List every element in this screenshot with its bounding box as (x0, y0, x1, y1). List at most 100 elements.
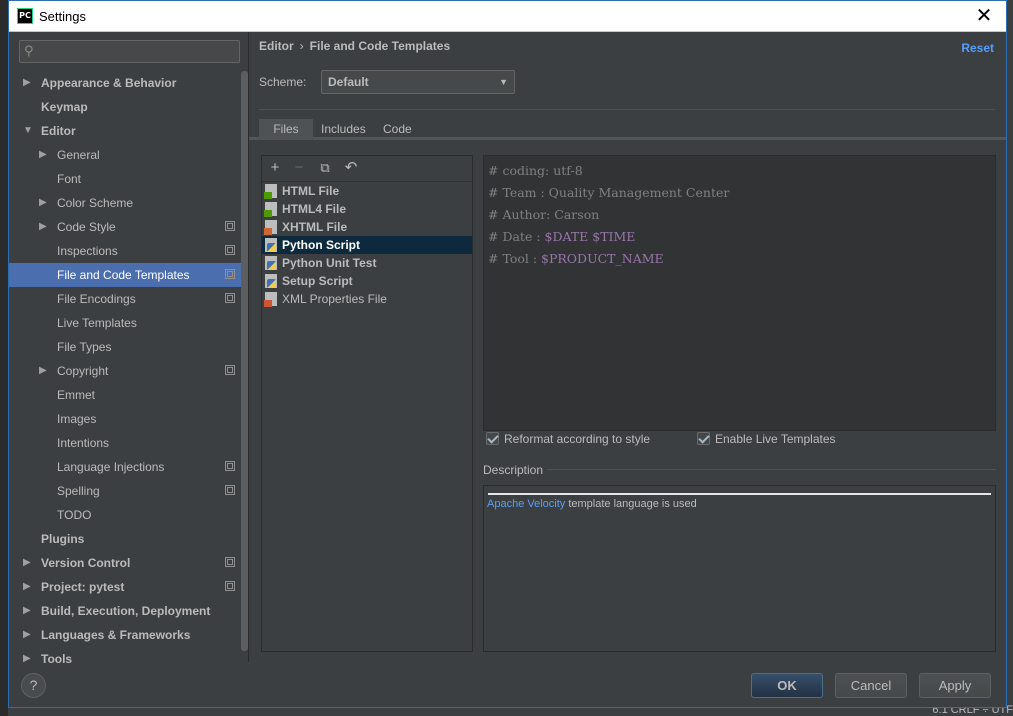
apply-button[interactable]: Apply (919, 673, 991, 698)
sidebar-item-copyright[interactable]: ▶ Copyright (9, 359, 241, 383)
pycharm-app-icon: PC (17, 8, 33, 24)
description-panel: Apache Velocity template language is use… (483, 485, 996, 652)
sidebar-item-version-control[interactable]: ▶ Version Control (9, 551, 241, 575)
sidebar-item-color-scheme[interactable]: ▶ Color Scheme (9, 191, 241, 215)
sidebar-item-language-injections[interactable]: Language Injections (9, 455, 241, 479)
settings-search-input[interactable]: ⚲ (19, 40, 240, 63)
sidebar-item-label: Plugins (41, 532, 85, 546)
breadcrumb: Editor › File and Code Templates (259, 39, 450, 53)
apache-velocity-link[interactable]: Apache Velocity (487, 498, 565, 510)
sidebar-item-tools[interactable]: ▶ Tools (9, 647, 241, 663)
sidebar-item-intentions[interactable]: Intentions (9, 431, 241, 455)
sidebar-item-label: Languages & Frameworks (41, 628, 191, 642)
template-variable: $DATE $TIME (544, 229, 636, 244)
sidebar-item-emmet[interactable]: Emmet (9, 383, 241, 407)
project-scope-icon (225, 581, 235, 591)
project-scope-icon (225, 557, 235, 567)
tab-files[interactable]: Files (259, 119, 313, 140)
code-line: # Author: Carson (484, 206, 995, 228)
background-editor-edge (0, 0, 8, 716)
sidebar-item-code-style[interactable]: ▶ Code Style (9, 215, 241, 239)
reformat-checkbox[interactable]: Reformat according to style (486, 431, 686, 447)
template-item-label: Setup Script (282, 274, 353, 288)
code-line: # Tool : $PRODUCT_NAME (484, 250, 995, 272)
template-item-label: HTML File (282, 184, 340, 198)
collapsed-arrow-icon[interactable]: ▶ (39, 359, 47, 383)
sidebar-item-project-pytest[interactable]: ▶ Project: pytest (9, 575, 241, 599)
collapsed-arrow-icon[interactable]: ▶ (39, 191, 47, 215)
code-comment: # Team : Quality Management Center (488, 185, 730, 200)
collapsed-arrow-icon[interactable]: ▶ (23, 647, 31, 663)
sidebar-item-keymap[interactable]: Keymap (9, 95, 241, 119)
collapsed-arrow-icon[interactable]: ▶ (23, 575, 31, 599)
template-editor[interactable]: # coding: utf-8 # Team : Quality Manageme… (483, 155, 996, 431)
python-test-file-icon (265, 256, 277, 270)
code-comment: # Author: Carson (488, 207, 600, 222)
sidebar-item-label: File Types (57, 340, 112, 354)
sidebar-item-general[interactable]: ▶ General (9, 143, 241, 167)
template-tabs: Files Includes Code (249, 119, 1006, 140)
code-line: # coding: utf-8 (484, 162, 995, 184)
cancel-button[interactable]: Cancel (835, 673, 907, 698)
project-scope-icon (225, 365, 235, 375)
sidebar-item-font[interactable]: Font (9, 167, 241, 191)
sidebar-item-file-and-code-templates[interactable]: File and Code Templates (9, 263, 241, 287)
sidebar-item-label: Appearance & Behavior (41, 76, 177, 90)
sidebar-item-languages-frameworks[interactable]: ▶ Languages & Frameworks (9, 623, 241, 647)
template-item-html-file[interactable]: HTML File (262, 182, 472, 200)
collapsed-arrow-icon[interactable]: ▶ (39, 215, 47, 239)
sidebar-item-file-types[interactable]: File Types (9, 335, 241, 359)
project-scope-icon (225, 485, 235, 495)
sidebar-item-appearance-behavior[interactable]: ▶ Appearance & Behavior (9, 71, 241, 95)
collapsed-arrow-icon[interactable]: ▶ (23, 551, 31, 575)
sidebar-item-label: Tools (41, 652, 73, 663)
copy-icon[interactable]: ⧉ (316, 159, 334, 177)
sidebar-item-spelling[interactable]: Spelling (9, 479, 241, 503)
scheme-select[interactable]: Default ▼ (321, 70, 515, 94)
live-templates-checkbox[interactable]: Enable Live Templates (697, 431, 867, 447)
reset-link[interactable]: Reset (961, 41, 994, 55)
description-rule (488, 493, 991, 495)
project-scope-icon (225, 221, 235, 231)
template-item-xml-properties-file[interactable]: XML Properties File (262, 290, 472, 308)
separator-line (259, 109, 995, 110)
template-item-python-unit-test[interactable]: Python Unit Test (262, 254, 472, 272)
template-item-setup-script[interactable]: Setup Script (262, 272, 472, 290)
sidebar-item-images[interactable]: Images (9, 407, 241, 431)
collapsed-arrow-icon[interactable]: ▶ (39, 143, 47, 167)
settings-tree: ▶ Appearance & Behavior Keymap ▼ Editor ▶ Gene… (9, 71, 241, 663)
revert-icon[interactable]: ↶ (342, 159, 360, 177)
sidebar-item-file-encodings[interactable]: File Encodings (9, 287, 241, 311)
template-item-html4-file[interactable]: HTML4 File (262, 200, 472, 218)
ok-button[interactable]: OK (751, 673, 823, 698)
sidebar-item-inspections[interactable]: Inspections (9, 239, 241, 263)
template-item-label: Python Script (282, 238, 361, 252)
collapsed-arrow-icon[interactable]: ▶ (23, 71, 31, 95)
template-list: + − ⧉ ↶ HTML File HTML4 File XHTML File Pyt… (261, 155, 473, 652)
tab-includes[interactable]: Includes (315, 119, 372, 140)
sidebar-item-label: Keymap (41, 100, 88, 114)
chevron-down-icon: ▼ (499, 77, 508, 87)
expanded-arrow-icon[interactable]: ▼ (23, 119, 33, 143)
sidebar-item-build-execution-deployment[interactable]: ▶ Build, Execution, Deployment (9, 599, 241, 623)
sidebar-item-todo[interactable]: TODO (9, 503, 241, 527)
remove-icon[interactable]: − (290, 159, 308, 177)
python-file-icon (265, 238, 277, 252)
template-item-python-script[interactable]: Python Script (262, 236, 472, 254)
reformat-label: Reformat according to style (504, 432, 651, 446)
sidebar-item-label: Live Templates (57, 316, 137, 330)
collapsed-arrow-icon[interactable]: ▶ (23, 599, 31, 623)
add-icon[interactable]: + (266, 159, 284, 177)
scrollbar-thumb[interactable] (241, 71, 248, 651)
settings-dialog: PC Settings ✕ ⚲ ▶ Appearance & Behavior Ke… (8, 0, 1007, 708)
collapsed-arrow-icon[interactable]: ▶ (23, 623, 31, 647)
help-button[interactable]: ? (21, 673, 46, 698)
sidebar-item-live-templates[interactable]: Live Templates (9, 311, 241, 335)
tab-code[interactable]: Code (377, 119, 418, 140)
sidebar-item-editor[interactable]: ▼ Editor (9, 119, 241, 143)
breadcrumb-separator: › (299, 39, 304, 53)
sidebar-item-plugins[interactable]: Plugins (9, 527, 241, 551)
template-item-xhtml-file[interactable]: XHTML File (262, 218, 472, 236)
close-button[interactable]: ✕ (972, 4, 996, 28)
sidebar-item-label: Color Scheme (57, 196, 134, 210)
